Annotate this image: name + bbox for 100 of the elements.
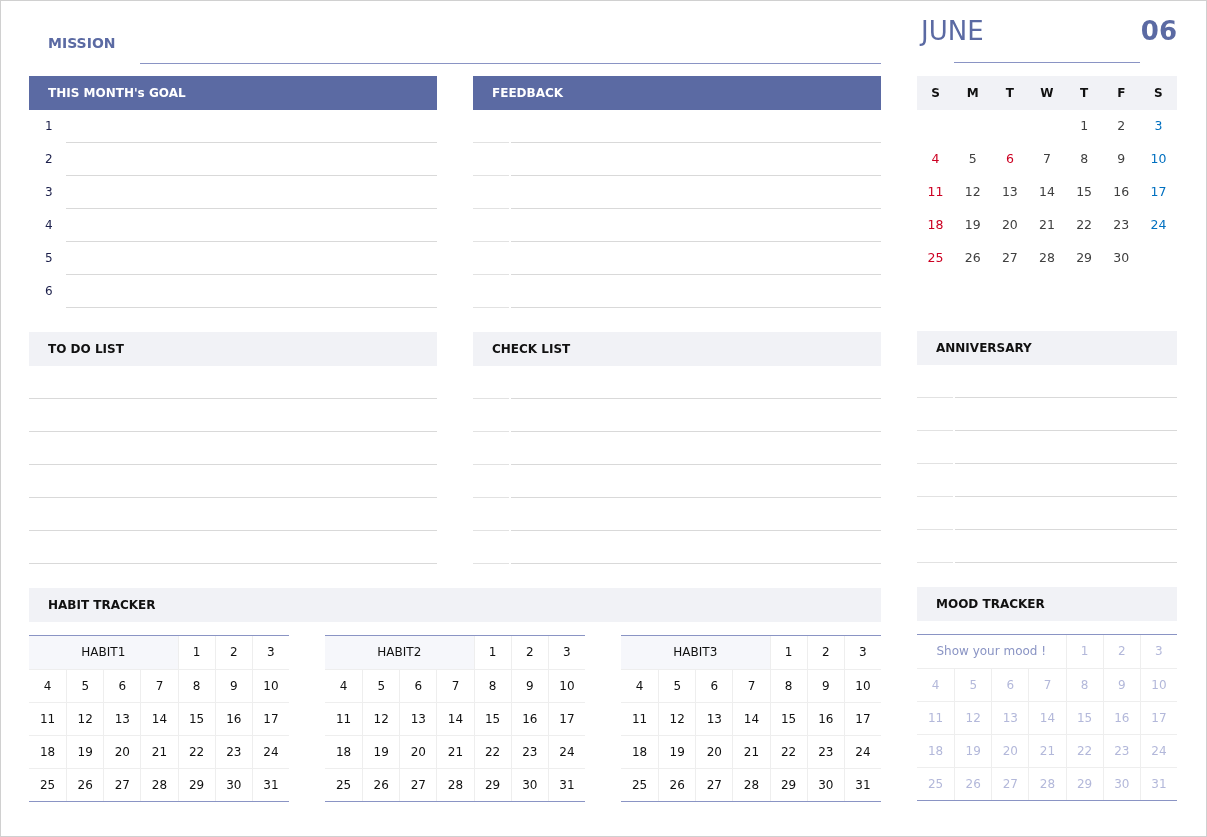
day-cell[interactable]: 29 <box>177 768 215 801</box>
day-cell[interactable]: 23 <box>510 735 548 768</box>
calendar-day[interactable]: 13 <box>991 175 1029 208</box>
day-cell[interactable]: 12 <box>658 702 696 735</box>
day-cell[interactable]: 19 <box>66 735 104 768</box>
day-cell[interactable]: 1 <box>769 636 807 669</box>
day-cell[interactable]: 26 <box>658 768 696 801</box>
calendar-day[interactable]: 6 <box>991 142 1029 175</box>
calendar-day[interactable]: 20 <box>991 208 1029 241</box>
day-cell[interactable]: 10 <box>547 669 585 702</box>
calendar-day[interactable]: 29 <box>1065 241 1103 274</box>
calendar-day[interactable]: 25 <box>917 241 955 274</box>
day-cell[interactable]: 15 <box>769 702 807 735</box>
day-cell[interactable]: 24 <box>251 735 289 768</box>
day-cell[interactable]: 15 <box>473 702 511 735</box>
day-cell[interactable]: 17 <box>843 702 881 735</box>
calendar-day[interactable]: 4 <box>917 142 955 175</box>
day-cell[interactable]: 8 <box>473 669 511 702</box>
calendar-day[interactable]: 18 <box>917 208 955 241</box>
day-cell[interactable]: 9 <box>214 669 252 702</box>
day-cell[interactable]: 20 <box>399 735 437 768</box>
day-cell[interactable]: 18 <box>29 735 67 768</box>
day-cell[interactable]: 22 <box>769 735 807 768</box>
day-cell[interactable]: 29 <box>769 768 807 801</box>
day-cell[interactable]: 4 <box>29 669 67 702</box>
calendar-day[interactable]: 3 <box>1139 109 1177 142</box>
day-cell[interactable]: 13 <box>399 702 437 735</box>
day-cell[interactable]: 1 <box>177 636 215 669</box>
day-cell[interactable]: 30 <box>510 768 548 801</box>
day-cell[interactable]: 6 <box>103 669 141 702</box>
day-cell[interactable]: 12 <box>362 702 400 735</box>
day-cell[interactable]: 25 <box>29 768 67 801</box>
day-cell[interactable]: 16 <box>806 702 844 735</box>
day-cell[interactable]: 9 <box>806 669 844 702</box>
day-cell[interactable]: 14 <box>436 702 474 735</box>
calendar-day[interactable]: 12 <box>954 175 992 208</box>
day-cell[interactable]: 25 <box>621 768 659 801</box>
day-cell[interactable]: 2 <box>510 636 548 669</box>
day-cell[interactable]: 5 <box>66 669 104 702</box>
calendar-day[interactable]: 14 <box>1028 175 1066 208</box>
day-cell[interactable]: 27 <box>103 768 141 801</box>
day-cell[interactable]: 21 <box>732 735 770 768</box>
calendar-day[interactable]: 8 <box>1065 142 1103 175</box>
day-cell[interactable]: 16 <box>510 702 548 735</box>
day-cell[interactable]: 18 <box>621 735 659 768</box>
day-cell[interactable]: 7 <box>436 669 474 702</box>
day-cell[interactable]: 26 <box>362 768 400 801</box>
day-cell[interactable]: 1 <box>473 636 511 669</box>
calendar-day[interactable]: 23 <box>1102 208 1140 241</box>
day-cell[interactable]: 9 <box>510 669 548 702</box>
calendar-day[interactable]: 7 <box>1028 142 1066 175</box>
day-cell[interactable]: 4 <box>325 669 363 702</box>
day-cell[interactable]: 6 <box>399 669 437 702</box>
calendar-day[interactable]: 11 <box>917 175 955 208</box>
day-cell[interactable]: 21 <box>436 735 474 768</box>
calendar-day[interactable]: 19 <box>954 208 992 241</box>
day-cell[interactable]: 15 <box>177 702 215 735</box>
day-cell[interactable]: 3 <box>843 636 881 669</box>
calendar-day[interactable]: 17 <box>1139 175 1177 208</box>
day-cell[interactable]: 3 <box>547 636 585 669</box>
calendar-day[interactable]: 21 <box>1028 208 1066 241</box>
day-cell[interactable]: 16 <box>214 702 252 735</box>
day-cell[interactable]: 11 <box>325 702 363 735</box>
day-cell[interactable]: 28 <box>436 768 474 801</box>
calendar-day[interactable]: 10 <box>1139 142 1177 175</box>
day-cell[interactable]: 3 <box>251 636 289 669</box>
day-cell[interactable]: 23 <box>214 735 252 768</box>
calendar-day[interactable]: 15 <box>1065 175 1103 208</box>
calendar-day[interactable]: 26 <box>954 241 992 274</box>
day-cell[interactable]: 14 <box>140 702 178 735</box>
day-cell[interactable]: 8 <box>177 669 215 702</box>
calendar-day[interactable]: 22 <box>1065 208 1103 241</box>
day-cell[interactable]: 13 <box>103 702 141 735</box>
day-cell[interactable]: 23 <box>806 735 844 768</box>
day-cell[interactable]: 17 <box>547 702 585 735</box>
day-cell[interactable]: 22 <box>177 735 215 768</box>
calendar-day[interactable]: 16 <box>1102 175 1140 208</box>
day-cell[interactable]: 17 <box>251 702 289 735</box>
day-cell[interactable]: 11 <box>621 702 659 735</box>
day-cell[interactable]: 28 <box>140 768 178 801</box>
day-cell[interactable]: 13 <box>695 702 733 735</box>
day-cell[interactable]: 5 <box>658 669 696 702</box>
day-cell[interactable]: 20 <box>695 735 733 768</box>
day-cell[interactable]: 29 <box>473 768 511 801</box>
day-cell[interactable]: 31 <box>547 768 585 801</box>
day-cell[interactable]: 26 <box>66 768 104 801</box>
day-cell[interactable]: 20 <box>103 735 141 768</box>
calendar-day[interactable]: 24 <box>1139 208 1177 241</box>
calendar-day[interactable]: 28 <box>1028 241 1066 274</box>
day-cell[interactable]: 30 <box>806 768 844 801</box>
calendar-day[interactable]: 2 <box>1102 109 1140 142</box>
day-cell[interactable]: 31 <box>251 768 289 801</box>
day-cell[interactable]: 27 <box>399 768 437 801</box>
day-cell[interactable]: 22 <box>473 735 511 768</box>
calendar-day[interactable]: 9 <box>1102 142 1140 175</box>
day-cell[interactable]: 21 <box>140 735 178 768</box>
day-cell[interactable]: 10 <box>251 669 289 702</box>
day-cell[interactable]: 11 <box>29 702 67 735</box>
day-cell[interactable]: 5 <box>362 669 400 702</box>
day-cell[interactable]: 7 <box>140 669 178 702</box>
